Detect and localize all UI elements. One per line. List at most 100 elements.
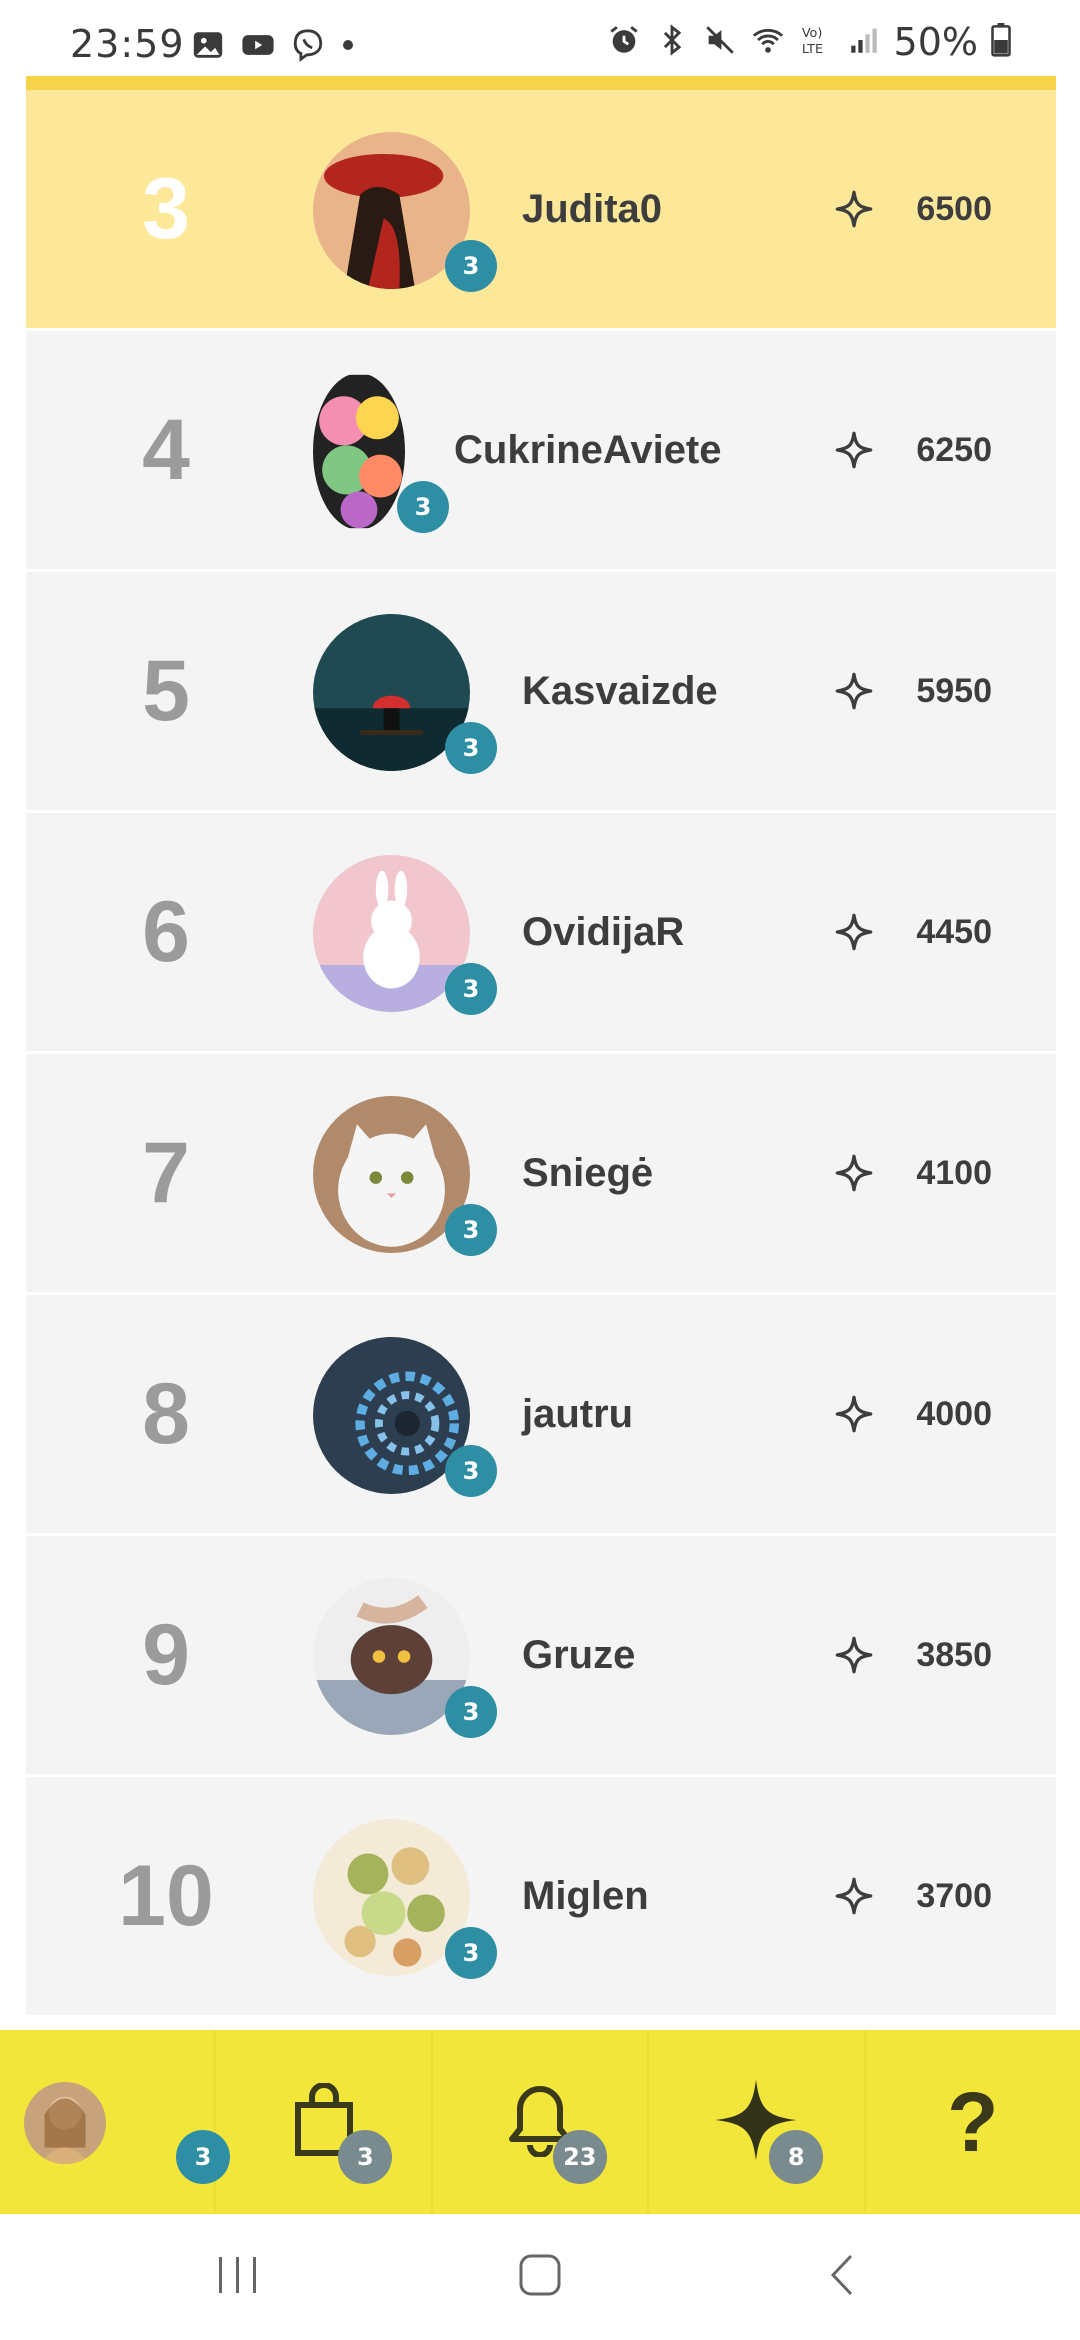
- score-value: 6500: [916, 189, 992, 228]
- username[interactable]: jautru: [522, 1295, 633, 1533]
- username[interactable]: CukrineAviete: [454, 331, 722, 569]
- sparkle-icon: [835, 672, 873, 710]
- leaderboard-row[interactable]: 6 3 OvidijaR 4450: [26, 813, 1056, 1054]
- mute-icon: [702, 23, 738, 61]
- svg-text:Vo): Vo): [801, 26, 822, 41]
- rank-number: 3: [142, 160, 190, 257]
- score: 5950: [834, 572, 992, 810]
- level-badge: 3: [397, 481, 449, 533]
- nav-notifications[interactable]: 23: [433, 2030, 650, 2214]
- rank-number: 9: [142, 1606, 190, 1703]
- score-value: 3850: [916, 1635, 992, 1674]
- score: 4450: [834, 813, 992, 1051]
- user-avatar[interactable]: 3: [313, 1578, 497, 1738]
- username[interactable]: OvidijaR: [522, 813, 684, 1051]
- score-value: 4000: [916, 1394, 992, 1433]
- sparkle-icon: [835, 1395, 873, 1433]
- score-value: 4450: [916, 912, 992, 951]
- battery-percent: 50%: [893, 20, 978, 64]
- user-avatar[interactable]: 3: [313, 373, 473, 533]
- sparkle-icon: [835, 1636, 873, 1674]
- rank-number: 4: [142, 401, 190, 498]
- leaderboard-row[interactable]: 8 3 jautru 4000: [26, 1295, 1056, 1536]
- score: 6500: [834, 90, 992, 328]
- rank-number: 10: [118, 1847, 214, 1944]
- notifications-badge: 23: [552, 2130, 607, 2184]
- svg-text:LTE: LTE: [801, 42, 822, 57]
- rank-number: 6: [142, 883, 190, 980]
- username[interactable]: Judita0: [522, 90, 662, 328]
- leaderboard-row[interactable]: 4 3 CukrineAviete 6250: [26, 331, 1056, 572]
- bluetooth-icon: [654, 23, 690, 61]
- sparkle-icon: [835, 1877, 873, 1915]
- home-button[interactable]: [480, 2214, 600, 2340]
- signal-icon: [846, 23, 882, 61]
- system-nav-bar: [0, 2214, 1080, 2340]
- status-time: 23:59: [70, 22, 185, 66]
- leaderboard-row[interactable]: 9 3 Gruze 3850: [26, 1536, 1056, 1777]
- sparkle-icon: [835, 1154, 873, 1192]
- username[interactable]: Gruze: [522, 1536, 635, 1774]
- username[interactable]: Miglen: [522, 1777, 649, 2015]
- question-icon: ?: [947, 2074, 999, 2169]
- home-icon: [517, 2252, 563, 2302]
- nav-points[interactable]: 8: [649, 2030, 866, 2214]
- rank-number: 7: [142, 1124, 190, 1221]
- level-badge: 3: [445, 1445, 497, 1497]
- rank-number: 8: [142, 1365, 190, 1462]
- username[interactable]: Sniegė: [522, 1054, 653, 1292]
- youtube-icon: [240, 28, 276, 66]
- alarm-icon: [606, 23, 642, 61]
- leaderboard-list[interactable]: 3 3 Judita0 6500 4 3 CukrineAviete 6250: [26, 90, 1056, 2018]
- user-avatar[interactable]: 3: [313, 855, 497, 1015]
- user-avatar[interactable]: 3: [313, 1819, 497, 1979]
- dot-icon: [340, 37, 356, 57]
- level-badge: 3: [445, 963, 497, 1015]
- shop-badge: 3: [338, 2130, 393, 2184]
- level-badge: 3: [445, 1686, 497, 1738]
- score: 4100: [834, 1054, 992, 1292]
- gallery-icon: [190, 28, 226, 66]
- nav-shop[interactable]: 3: [216, 2030, 433, 2214]
- user-avatar[interactable]: 3: [313, 1096, 497, 1256]
- avatar: [24, 2082, 106, 2164]
- leaderboard-row[interactable]: 7 3 Sniegė 4100: [26, 1054, 1056, 1295]
- viber-icon: [290, 28, 326, 66]
- score: 4000: [834, 1295, 992, 1533]
- username[interactable]: Kasvaizde: [522, 572, 718, 810]
- bottom-nav: 3 3 23 8 ?: [0, 2030, 1080, 2214]
- leaderboard-row[interactable]: 5 3 Kasvaizde 5950: [26, 572, 1056, 813]
- sparkle-icon: [835, 431, 873, 469]
- leaderboard-row[interactable]: 10 3 Miglen 3700: [26, 1777, 1056, 2018]
- rank-number: 5: [142, 642, 190, 739]
- user-avatar[interactable]: 3: [313, 1337, 497, 1497]
- score-value: 6250: [916, 430, 992, 469]
- user-avatar[interactable]: 3: [313, 614, 497, 774]
- score: 6250: [834, 331, 992, 569]
- points-badge: 8: [769, 2130, 824, 2184]
- leaderboard-row[interactable]: 3 3 Judita0 6500: [26, 90, 1056, 331]
- nav-profile[interactable]: 3: [0, 2030, 230, 2214]
- wifi-icon: [750, 23, 786, 61]
- nav-help[interactable]: ?: [866, 2030, 1080, 2214]
- user-avatar[interactable]: 3: [313, 132, 497, 292]
- volte-icon: Vo) LTE: [798, 23, 834, 61]
- level-badge: 3: [445, 240, 497, 292]
- score: 3850: [834, 1536, 992, 1774]
- level-badge: 3: [445, 1927, 497, 1979]
- recents-icon: [215, 2255, 261, 2299]
- score-value: 3700: [916, 1876, 992, 1915]
- battery-icon: [990, 23, 1012, 61]
- level-badge: 3: [445, 1204, 497, 1256]
- score-value: 4100: [916, 1153, 992, 1192]
- status-bar: 23:59 Vo) LTE 50%: [0, 0, 1080, 78]
- score: 3700: [834, 1777, 992, 2015]
- level-badge: 3: [445, 722, 497, 774]
- sparkle-icon: [835, 190, 873, 228]
- sparkle-icon: [835, 913, 873, 951]
- recents-button[interactable]: [178, 2214, 298, 2340]
- score-value: 5950: [916, 671, 992, 710]
- top-accent-strip: [26, 76, 1056, 90]
- back-button[interactable]: [782, 2214, 902, 2340]
- back-icon: [827, 2252, 857, 2302]
